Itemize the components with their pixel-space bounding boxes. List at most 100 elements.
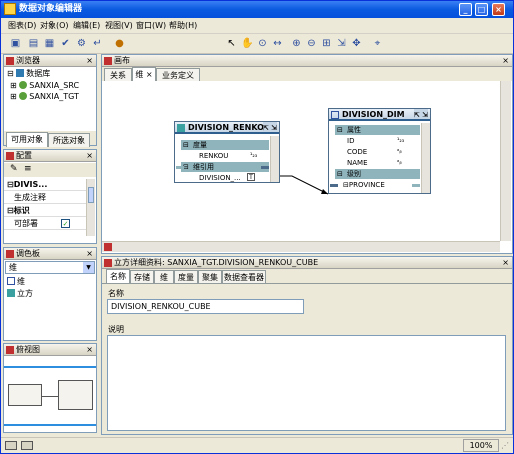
generate-icon[interactable]: ⚙ — [75, 37, 88, 50]
minimize-button[interactable]: _ — [459, 3, 472, 16]
palette-panel: 调色板 × 维 ▼ 维 立方 — [3, 247, 97, 341]
tab-relations[interactable]: 关系 — [104, 68, 132, 82]
zoom-area-icon[interactable]: ⊙ — [256, 37, 269, 50]
menu-help[interactable]: 帮助(H) — [169, 20, 197, 32]
menu-edit[interactable]: 编辑(E) — [73, 20, 100, 32]
panel-icon — [6, 57, 14, 65]
details-panel: 立方详细资料: SANXIA_TGT.DIVISION_RENKOU_CUBE … — [101, 256, 513, 435]
config-group-division[interactable]: ⊟DIVIS... — [4, 179, 86, 191]
panel-icon — [6, 346, 14, 354]
description-textarea[interactable] — [107, 335, 506, 431]
collapse-icon[interactable]: ⊟ — [7, 69, 14, 78]
canvas-panel-header: 画布 × — [102, 55, 512, 67]
pan-hand-icon[interactable]: ✋ — [241, 37, 254, 50]
tab-dimensions[interactable]: 维 — [154, 270, 174, 284]
tree-item-sanxia-tgt[interactable]: ⊞ SANXIA_TGT — [10, 91, 79, 102]
overview-panel-header: 俯视图 × — [4, 344, 96, 356]
overview-link — [42, 396, 58, 397]
canvas-hscrollbar[interactable] — [102, 241, 500, 252]
resize-grip-icon[interactable]: ⋰ — [501, 441, 509, 450]
menu-object[interactable]: 对象(O) — [40, 20, 69, 32]
save-icon[interactable]: ▦ — [43, 37, 56, 50]
config-scrollbar[interactable] — [86, 179, 95, 236]
close-button[interactable]: × — [492, 3, 505, 16]
details-close-icon[interactable]: × — [502, 257, 509, 269]
expand-icon[interactable]: ⊞ — [10, 92, 17, 101]
tree-item-label: SANXIA_TGT — [29, 92, 79, 101]
zoom-fit-icon[interactable]: ⊞ — [320, 37, 333, 50]
schema-icon — [19, 92, 28, 100]
schema-icon — [19, 81, 28, 89]
canvas-corner-icon[interactable] — [104, 243, 112, 251]
canvas-close-icon[interactable]: × — [502, 55, 509, 67]
status-grid-icon[interactable] — [21, 441, 33, 450]
menu-bar: 图表(D) 对象(O) 编辑(E) 视图(V) 窗口(W) 帮助(H) — [1, 18, 513, 34]
validate-icon[interactable]: ✔ — [59, 37, 72, 50]
details-panel-title: 立方详细资料: SANXIA_TGT.DIVISION_RENKOU_CUBE — [114, 258, 319, 267]
diagram-area[interactable]: DIVISION_RENKO... ⇱ ⇲ ⊟ 度量 RENKOU ¹₂₃ ⊟ 维引… — [102, 81, 500, 241]
help-icon[interactable]: ● — [113, 37, 126, 50]
deployable-checkbox[interactable]: ✓ — [61, 219, 70, 228]
menu-window[interactable]: 窗口(W) — [136, 20, 166, 32]
overview-close-icon[interactable]: × — [86, 344, 93, 356]
overview-viewport-bottom — [4, 424, 96, 426]
config-close-icon[interactable]: × — [86, 150, 93, 162]
browser-panel-title: 浏览器 — [16, 56, 40, 65]
palette-select[interactable]: 维 ▼ — [5, 261, 95, 274]
config-row-deployable: 可部署 — [4, 218, 86, 230]
palette-item-cube[interactable]: 立方 — [7, 288, 33, 299]
palette-panel-title: 调色板 — [16, 249, 40, 258]
open-icon[interactable]: ▤ — [27, 37, 40, 50]
maximize-button[interactable]: □ — [475, 3, 488, 16]
tab-aggregation[interactable]: 聚集 — [198, 270, 222, 284]
tab-close-icon[interactable]: × — [146, 70, 153, 79]
zoom-out-icon[interactable]: ⊖ — [305, 37, 318, 50]
reference-connector[interactable] — [280, 175, 329, 195]
browser-tree: ⊟ 数据库 ⊞ SANXIA_SRC ⊞ SANXIA_TGT — [4, 67, 96, 131]
browser-panel-header: 浏览器 × — [4, 55, 96, 67]
details-tabs: 名称 存储 维 度量 聚集 数据查看器 — [102, 269, 512, 284]
palette-item-label: 维 — [17, 277, 25, 286]
child-view-icon[interactable]: ⌖ — [371, 37, 384, 50]
toolbar: ▣ ▤ ▦ ✔ ⚙ ↵ ● ↖ ✋ ⊙ ↔ ⊕ ⊖ ⊞ ⇲ ✥ ⌖ — [1, 34, 513, 54]
cube-icon — [7, 289, 15, 297]
fit-width-icon[interactable]: ↔ — [271, 37, 284, 50]
auto-layout-icon[interactable]: ⇲ — [335, 37, 348, 50]
config-group-label: DIVIS... — [13, 180, 48, 189]
tab-name[interactable]: 名称 — [106, 269, 130, 284]
tab-available-objects[interactable]: 可用对象 — [6, 132, 48, 147]
deploy-icon[interactable]: ↵ — [91, 37, 104, 50]
tree-item-label: SANXIA_SRC — [29, 81, 80, 90]
chevron-down-icon[interactable]: ▼ — [83, 262, 94, 273]
pin-icon[interactable]: ✎ — [10, 164, 18, 174]
canvas-vscrollbar[interactable] — [500, 81, 511, 241]
status-layout-icon[interactable] — [5, 441, 17, 450]
tab-dimension[interactable]: 维 × — [132, 67, 156, 82]
new-icon[interactable]: ▣ — [9, 37, 22, 50]
tab-storage[interactable]: 存储 — [130, 270, 154, 284]
config-group-label: 标识 — [13, 206, 30, 215]
tab-selected-objects[interactable]: 所选对象 — [48, 133, 90, 147]
overview-panel: 俯视图 × — [3, 343, 97, 433]
name-input[interactable]: DIVISION_RENKOU_CUBE — [107, 299, 304, 314]
menu-diagram[interactable]: 图表(D) — [8, 20, 36, 32]
menu-view[interactable]: 视图(V) — [105, 20, 133, 32]
config-row-gen-comment[interactable]: 生成注释 — [4, 192, 86, 204]
dimension-icon — [7, 277, 15, 285]
config-group-identification[interactable]: ⊟标识 — [4, 205, 86, 217]
palette-close-icon[interactable]: × — [86, 248, 93, 260]
zoom-in-icon[interactable]: ⊕ — [290, 37, 303, 50]
canvas-tabs: 关系 维 × 业务定义 — [102, 67, 512, 82]
tab-measures[interactable]: 度量 — [174, 270, 198, 284]
palette-item-dimension[interactable]: 维 — [7, 276, 25, 287]
config-toolbar: ✎ ≡ — [4, 163, 96, 177]
center-icon[interactable]: ✥ — [350, 37, 363, 50]
tab-business-definition[interactable]: 业务定义 — [156, 68, 200, 82]
sort-icon[interactable]: ≡ — [24, 164, 32, 174]
tab-data-viewer[interactable]: 数据查看器 — [222, 270, 266, 284]
tree-item-sanxia-src[interactable]: ⊞ SANXIA_SRC — [10, 80, 79, 91]
browser-close-icon[interactable]: × — [86, 55, 93, 67]
select-pointer-icon[interactable]: ↖ — [225, 37, 238, 50]
tree-root[interactable]: ⊟ 数据库 — [7, 68, 50, 79]
expand-icon[interactable]: ⊞ — [10, 81, 17, 90]
